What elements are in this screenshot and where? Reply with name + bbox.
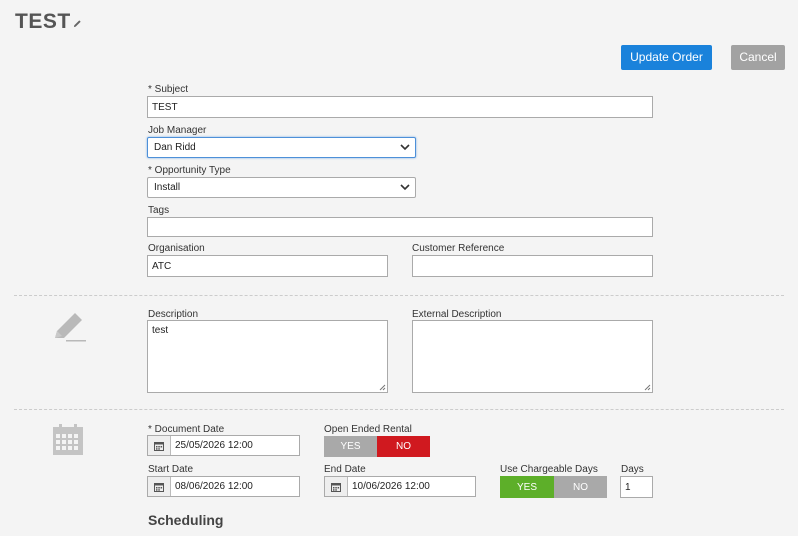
open-ended-rental-no[interactable]: NO bbox=[377, 436, 430, 457]
use-chargeable-days-no[interactable]: NO bbox=[554, 476, 607, 498]
organisation-label: Organisation bbox=[148, 243, 205, 254]
description-label: Description bbox=[148, 309, 199, 320]
calendar-icon[interactable] bbox=[148, 477, 171, 496]
opportunity-type-select[interactable]: Install bbox=[147, 177, 416, 198]
subject-label: * Subject bbox=[148, 84, 189, 95]
resize-grip-icon[interactable] bbox=[379, 384, 386, 391]
organisation-value: ATC bbox=[152, 260, 172, 272]
pencil-icon bbox=[55, 313, 86, 342]
job-manager-value: Dan Ridd bbox=[154, 142, 196, 153]
start-date-label: Start Date bbox=[148, 464, 194, 475]
customer-reference-label: Customer Reference bbox=[412, 243, 505, 254]
open-ended-rental-label: Open Ended Rental bbox=[324, 424, 412, 435]
opportunity-type-value: Install bbox=[154, 182, 181, 193]
resize-grip-icon[interactable] bbox=[644, 384, 651, 391]
section-divider bbox=[14, 295, 784, 296]
update-order-button[interactable]: Update Order bbox=[621, 45, 712, 70]
document-date-value: 25/05/2026 12:00 bbox=[175, 440, 253, 451]
end-date-input[interactable]: 10/06/2026 12:00 bbox=[324, 476, 476, 497]
description-textarea[interactable]: test bbox=[147, 320, 388, 393]
calendar-icon bbox=[53, 424, 83, 455]
document-date-input[interactable]: 25/05/2026 12:00 bbox=[147, 435, 300, 456]
subject-input[interactable]: TEST bbox=[147, 96, 653, 118]
tags-label: Tags bbox=[148, 205, 170, 216]
page-title: TEST bbox=[15, 10, 71, 33]
organisation-input[interactable]: ATC bbox=[147, 255, 388, 277]
customer-reference-input[interactable] bbox=[412, 255, 653, 277]
chevron-down-icon bbox=[400, 143, 410, 150]
calendar-icon[interactable] bbox=[325, 477, 348, 496]
job-manager-label: Job Manager bbox=[148, 125, 207, 136]
calendar-icon[interactable] bbox=[148, 436, 171, 455]
end-date-value: 10/06/2026 12:00 bbox=[352, 481, 430, 492]
days-input[interactable]: 1 bbox=[620, 476, 653, 498]
use-chargeable-days-toggle[interactable]: YES NO bbox=[500, 476, 607, 498]
open-ended-rental-toggle[interactable]: YES NO bbox=[324, 436, 430, 457]
section-divider bbox=[14, 409, 784, 410]
document-date-label: * Document Date bbox=[148, 424, 225, 435]
use-chargeable-days-yes[interactable]: YES bbox=[500, 476, 554, 498]
start-date-value: 08/06/2026 12:00 bbox=[175, 481, 253, 492]
cancel-button[interactable]: Cancel bbox=[731, 45, 785, 70]
days-value: 1 bbox=[625, 481, 631, 493]
subject-value: TEST bbox=[152, 101, 178, 113]
external-description-textarea[interactable] bbox=[412, 320, 653, 393]
scheduling-heading: Scheduling bbox=[148, 512, 224, 528]
end-date-label: End Date bbox=[324, 464, 366, 475]
start-date-input[interactable]: 08/06/2026 12:00 bbox=[147, 476, 300, 497]
opportunity-type-label: * Opportunity Type bbox=[148, 165, 231, 176]
external-description-label: External Description bbox=[412, 309, 502, 320]
tags-input[interactable] bbox=[147, 217, 653, 237]
job-manager-select[interactable]: Dan Ridd bbox=[147, 137, 416, 158]
open-ended-rental-yes[interactable]: YES bbox=[324, 436, 377, 457]
use-chargeable-days-label: Use Chargeable Days bbox=[500, 464, 598, 475]
chevron-down-icon bbox=[400, 183, 410, 190]
days-label: Days bbox=[621, 464, 644, 475]
pencil-icon[interactable] bbox=[73, 19, 82, 28]
description-value: test bbox=[152, 325, 169, 336]
